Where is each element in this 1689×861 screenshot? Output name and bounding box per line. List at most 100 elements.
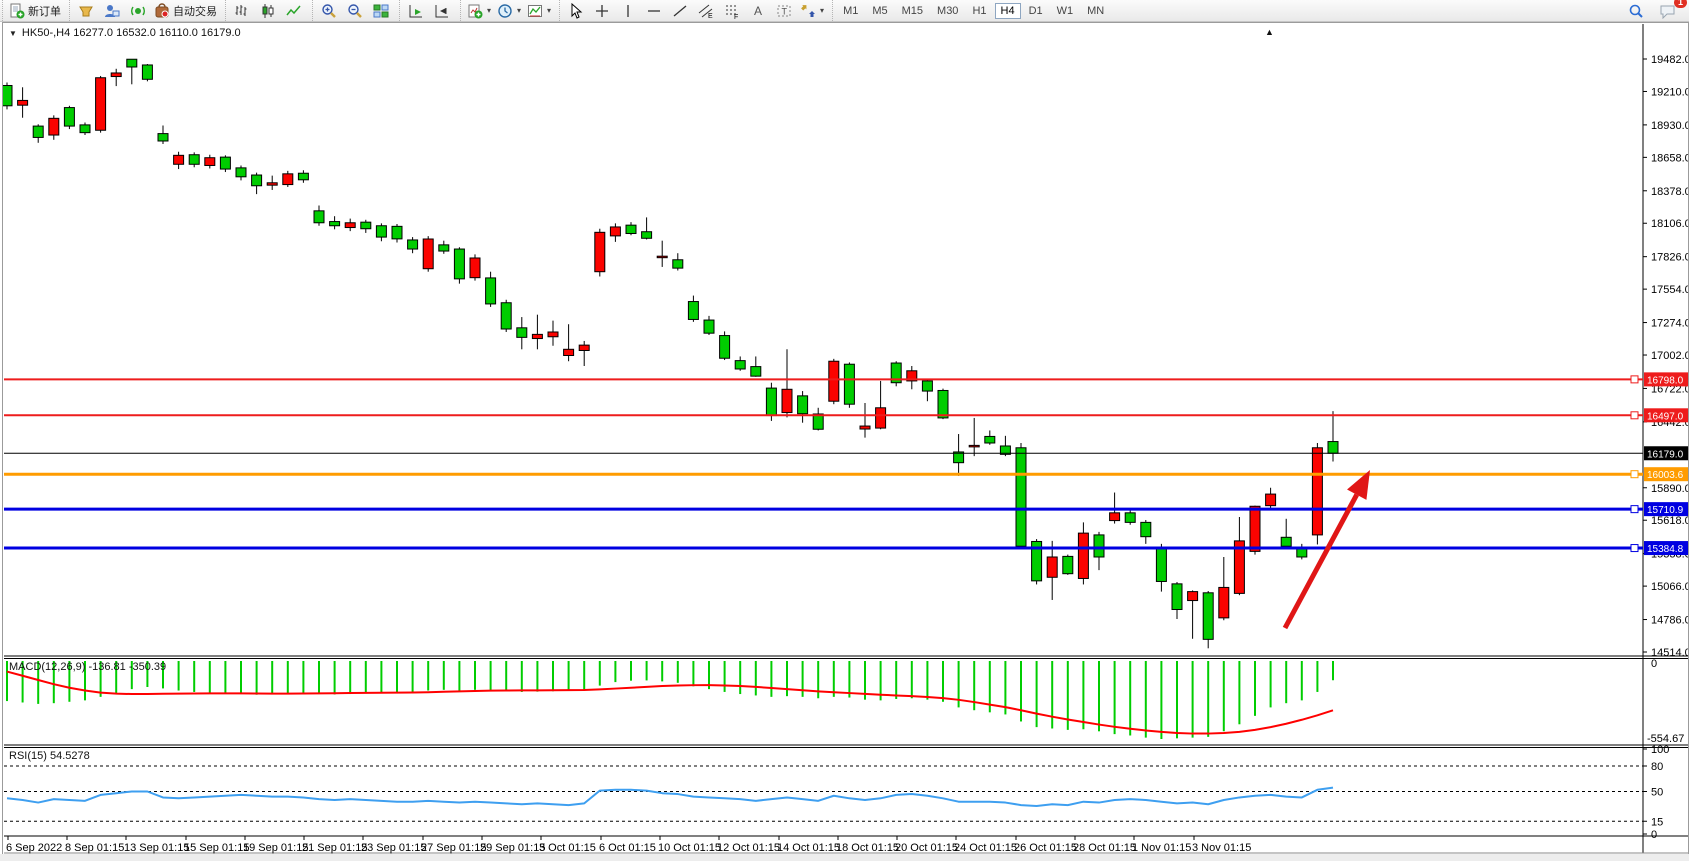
- candle-down: [142, 65, 152, 79]
- zoom-out-button[interactable]: [342, 1, 368, 21]
- chart-shift-button[interactable]: [429, 1, 455, 21]
- candle-up: [283, 174, 293, 185]
- line-endpoint-handle[interactable]: [1631, 471, 1638, 478]
- autotrade-button[interactable]: 自动交易: [151, 1, 220, 21]
- price-tick-label: 18658.0: [1651, 152, 1688, 164]
- rsi-tick-label: 0: [1651, 829, 1657, 841]
- market-watch-button[interactable]: [73, 1, 99, 21]
- scroll-to-end-marker[interactable]: ▲: [1265, 27, 1274, 37]
- text-button[interactable]: A: [745, 1, 771, 21]
- rsi-tick-label: 15: [1651, 816, 1663, 828]
- candle-down: [80, 125, 90, 133]
- candle-down: [704, 320, 714, 333]
- svg-text:T: T: [782, 6, 788, 16]
- arrows-button[interactable]: ▾: [797, 1, 827, 21]
- price-badge-label: 15384.8: [1647, 544, 1684, 555]
- candle-up: [657, 256, 667, 258]
- candle-chart-button[interactable]: [255, 1, 281, 21]
- periods-button[interactable]: ▾: [494, 1, 524, 21]
- time-label: 24 Oct 01:15: [954, 842, 1017, 854]
- timeframe-m30-button[interactable]: M30: [931, 3, 964, 19]
- chat-icon[interactable]: 1: [1655, 1, 1681, 21]
- text-label-icon: T: [776, 3, 792, 19]
- bar-chart-button[interactable]: [229, 1, 255, 21]
- candle-up: [205, 158, 215, 166]
- trendline-button[interactable]: [667, 1, 693, 21]
- candle-down: [33, 126, 43, 137]
- candle-up: [1250, 506, 1260, 551]
- price-tick-label: 19482.0: [1651, 54, 1688, 66]
- price-tick-label: 18378.0: [1651, 186, 1688, 198]
- candle-up: [1047, 557, 1057, 577]
- time-label: 28 Oct 01:15: [1073, 842, 1136, 854]
- time-label: 21 Sep 01:15: [302, 842, 367, 854]
- candle-up: [579, 345, 589, 350]
- arrows-dropdown-icon[interactable]: ▾: [820, 6, 824, 15]
- candle-down: [1328, 442, 1338, 454]
- candle-up: [532, 334, 542, 338]
- vline-icon: [620, 3, 636, 19]
- cursor-button[interactable]: [563, 1, 589, 21]
- indicators-dropdown-icon[interactable]: ▾: [487, 6, 491, 15]
- periods-dropdown-icon[interactable]: ▾: [517, 6, 521, 15]
- timeframe-d1-button[interactable]: D1: [1023, 3, 1049, 19]
- new-order-button[interactable]: 新订单: [6, 1, 64, 21]
- timeframe-mn-button[interactable]: MN: [1081, 3, 1110, 19]
- tile-windows-button[interactable]: [368, 1, 394, 21]
- crosshair-button[interactable]: [589, 1, 615, 21]
- timeframe-w1-button[interactable]: W1: [1051, 3, 1080, 19]
- candle-up: [470, 258, 480, 278]
- time-label: 14 Oct 01:15: [777, 842, 840, 854]
- vline-button[interactable]: [615, 1, 641, 21]
- timeframe-m15-button[interactable]: M15: [896, 3, 929, 19]
- status-strip: [0, 854, 1689, 861]
- templates-button[interactable]: ▾: [524, 1, 554, 21]
- candle-down: [517, 328, 527, 338]
- indicators-button[interactable]: ▾: [464, 1, 494, 21]
- candle-down: [439, 245, 449, 251]
- autotrade-icon: [154, 3, 170, 19]
- timeframe-m1-button[interactable]: M1: [837, 3, 864, 19]
- line-endpoint-handle[interactable]: [1631, 412, 1638, 419]
- candle-down: [501, 303, 511, 329]
- text-label-button[interactable]: T: [771, 1, 797, 21]
- candle-up: [174, 155, 184, 164]
- toolbar-group-0: 新订单: [2, 0, 67, 21]
- auto-scroll-button[interactable]: [403, 1, 429, 21]
- price-badge-label: 16497.0: [1647, 411, 1684, 422]
- rsi-line: [7, 788, 1333, 806]
- signals-button[interactable]: [125, 1, 151, 21]
- candle-down: [158, 134, 168, 141]
- candle-up: [423, 239, 433, 269]
- zoom-in-button[interactable]: [316, 1, 342, 21]
- line-endpoint-handle[interactable]: [1631, 545, 1638, 552]
- search-icon[interactable]: [1623, 1, 1649, 21]
- candle-down: [720, 336, 730, 359]
- cursor-icon: [568, 3, 584, 19]
- price-tick-label: 17826.0: [1651, 252, 1688, 264]
- timeframe-m5-button[interactable]: M5: [866, 3, 893, 19]
- chart-window[interactable]: ▼ HK50-,H4 16277.0 16532.0 16110.0 16179…: [2, 22, 1689, 855]
- price-tick-label: 17554.0: [1651, 284, 1688, 296]
- line-chart-button[interactable]: [281, 1, 307, 21]
- timeframe-h1-button[interactable]: H1: [966, 3, 992, 19]
- templates-dropdown-icon[interactable]: ▾: [547, 6, 551, 15]
- auto-scroll-icon: [408, 3, 424, 19]
- time-label: 3 Nov 01:15: [1192, 842, 1251, 854]
- timeframe-h4-button[interactable]: H4: [995, 3, 1021, 19]
- chevron-down-icon[interactable]: ▼: [9, 29, 17, 38]
- hline-button[interactable]: [641, 1, 667, 21]
- rsi-tick-label: 50: [1651, 787, 1663, 799]
- strategy-tester-button[interactable]: [99, 1, 125, 21]
- candle-up: [610, 227, 620, 236]
- new-order-icon: [9, 3, 25, 19]
- candle-down: [392, 226, 402, 239]
- chart-quote-line: HK50-,H4 16277.0 16532.0 16110.0 16179.0: [22, 27, 241, 39]
- chart-canvas[interactable]: 19482.019210.018930.018658.018378.018106…: [3, 23, 1688, 854]
- candle-down: [1094, 535, 1104, 557]
- time-label: 6 Oct 01:15: [599, 842, 656, 854]
- line-endpoint-handle[interactable]: [1631, 376, 1638, 383]
- fibonacci-button[interactable]: F: [719, 1, 745, 21]
- line-endpoint-handle[interactable]: [1631, 506, 1638, 513]
- channel-button[interactable]: E: [693, 1, 719, 21]
